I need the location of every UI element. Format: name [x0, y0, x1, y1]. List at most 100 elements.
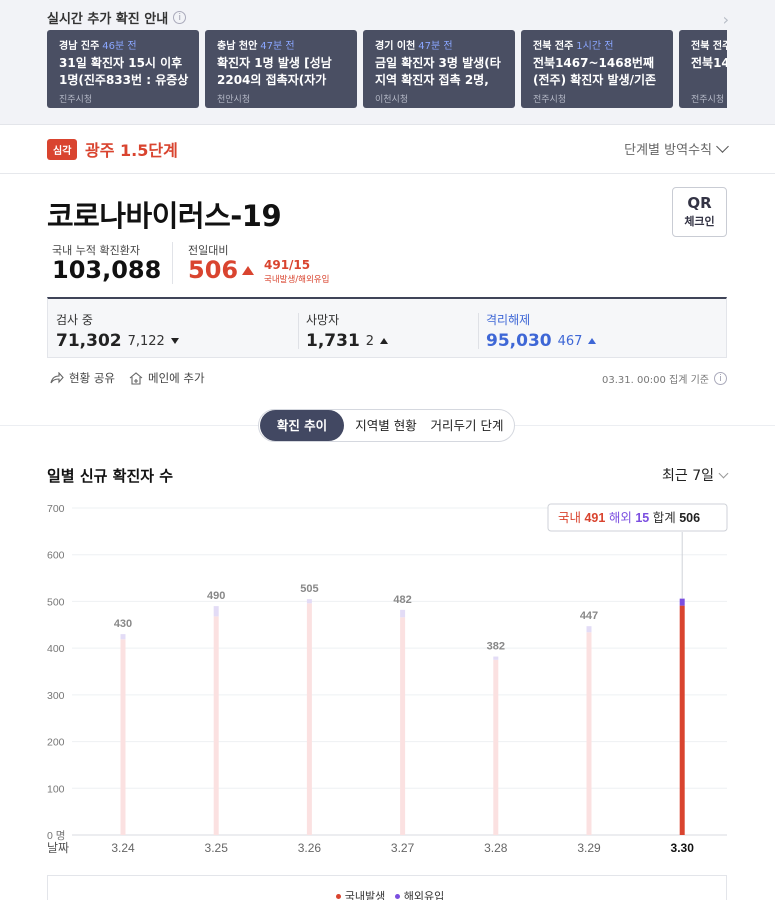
bar-total-label: 382: [487, 641, 505, 653]
bar-domestic: [306, 603, 312, 835]
legend-overseas: 해외유입: [403, 890, 445, 900]
home-add-icon: [129, 371, 143, 385]
stat-value: 95,030: [486, 331, 552, 351]
total-cases-value: 103,088: [52, 256, 162, 284]
alert-source: 전주시청: [533, 95, 567, 105]
y-tick-label: 500: [47, 596, 65, 608]
alert-cards: 경남 진주 46분 전 31일 확진자 15시 이후 1명(진주833번 : 유증…: [47, 30, 727, 108]
overseas-legend-dot: [394, 894, 400, 899]
stat-deaths: 사망자 1,731 2: [306, 311, 389, 351]
alert-card[interactable]: 경기 이천47분 전 금일 확진자 3명 발생(타지역 확진자 접촉 2명, 유…: [363, 30, 515, 108]
domestic-overseas-label: 국내발생/해외유입: [264, 275, 330, 285]
bar-domestic: [400, 617, 406, 835]
bar-overseas: [120, 634, 126, 640]
qr-label: QR: [687, 194, 712, 212]
alert-time: 1시간 전: [576, 41, 614, 52]
tab-trend[interactable]: 확진 추이: [260, 410, 344, 441]
y-tick-label: 600: [47, 550, 65, 562]
alert-card[interactable]: 전북 전주1시간 전 전북1467~1468번째(전주) 확진자 발생/기존 확…: [521, 30, 673, 108]
alert-source: 진주시청: [59, 95, 93, 105]
chevron-down-icon: [718, 468, 729, 478]
alert-region: 충남 천안: [217, 41, 258, 52]
tooltip-part: 506: [679, 511, 700, 525]
alert-text: 확진자 1명 발생 [성남 2204의 접촉자(자가격…: [217, 56, 332, 87]
alert-text: 전북14… 확진자…: [691, 56, 727, 70]
bar-domestic: [213, 616, 219, 835]
bar-overseas: [679, 598, 685, 606]
bar-overseas: [493, 656, 499, 660]
chart-title: 일별 신규 확진자 수: [47, 467, 174, 485]
alert-card-head: 전북 전주 1시간 전: [533, 37, 663, 52]
tab-region[interactable]: 지역별 현황: [349, 410, 423, 441]
alert-source: 전주시청: [691, 95, 725, 105]
stat-label: 검사 중: [56, 313, 93, 327]
domestic-overseas-split: 491/15: [264, 258, 311, 272]
bar-total-label: 482: [393, 594, 411, 606]
bar-domestic: [679, 605, 685, 835]
alerts-title: 실시간 추가 확진 안내 i: [47, 8, 187, 27]
legend-domestic: 국내발생: [344, 890, 386, 900]
share-button[interactable]: 현황 공유: [50, 370, 115, 386]
share-label: 현황 공유: [69, 371, 115, 385]
stage-guide-label: 단계별 방역수칙: [624, 143, 712, 158]
alert-card-head: 경기 이천 47분 전: [375, 37, 505, 52]
alert-time: 47분 전: [260, 41, 295, 52]
period-select[interactable]: 최근 7일: [662, 465, 729, 485]
y-tick-label: 300: [47, 690, 65, 702]
alert-card-head: 전북 전주: [691, 37, 727, 52]
share-icon: [50, 372, 64, 384]
alert-source: 이천시청: [375, 95, 409, 105]
x-tick-label: 3.30: [671, 841, 695, 855]
increase-arrow-icon: [380, 338, 389, 344]
add-to-main-label: 메인에 추가: [147, 371, 205, 385]
alert-card[interactable]: 전북 전주 전북14… 확진자… 전주시청: [679, 30, 727, 108]
tooltip-part: 491: [584, 511, 608, 525]
alert-region: 전북 전주: [533, 41, 574, 52]
tab-distancing[interactable]: 거리두기 단계: [425, 410, 509, 441]
chevron-right-icon[interactable]: ›: [723, 10, 729, 29]
bar-overseas: [306, 599, 312, 604]
bar-overseas: [400, 609, 406, 618]
data-timestamp: 03.31. 00:00 집계 기준 i: [602, 371, 727, 386]
stats-box: 검사 중 71,302 7,122 사망자 1,731 2 격리해제 95,03…: [47, 297, 727, 358]
stat-value: 1,731: [306, 331, 360, 351]
info-icon[interactable]: i: [714, 372, 727, 385]
alert-region: 경기 이천: [375, 41, 416, 52]
alert-text: 31일 확진자 15시 이후 1명(진주833번 : 유증상 …: [59, 56, 189, 87]
x-tick-label: 3.25: [205, 841, 229, 855]
decrease-arrow-icon: [170, 338, 179, 344]
tooltip-part: 국내: [558, 511, 584, 525]
info-icon[interactable]: i: [173, 11, 187, 24]
bar-domestic: [493, 659, 499, 835]
stage-level: 광주 1.5단계: [85, 141, 178, 160]
period-label: 최근 7일: [662, 468, 714, 484]
bar-overseas: [213, 606, 219, 617]
stat-label: 사망자: [306, 313, 340, 327]
x-tick-label: 3.28: [484, 841, 508, 855]
stat-change: 7,122: [127, 333, 165, 349]
stage-guide-toggle[interactable]: 단계별 방역수칙: [624, 139, 729, 158]
page-title: 코로나바이러스-19: [47, 199, 282, 233]
chart-legend: 국내발생 해외유입: [47, 875, 727, 900]
alert-card[interactable]: 경남 진주 46분 전 31일 확진자 15시 이후 1명(진주833번 : 유증…: [47, 30, 199, 108]
bar-total-label: 490: [207, 590, 225, 602]
alert-text: 금일 확진자 3명 발생(타지역 확진자 접촉 2명, 유…: [375, 56, 501, 87]
add-to-main-button[interactable]: 메인에 추가: [129, 370, 205, 386]
y-tick-label: 700: [47, 503, 65, 515]
x-tick-label: 3.26: [298, 841, 322, 855]
alert-card[interactable]: 충남 천안47분 전 확진자 1명 발생 [성남 2204의 접촉자(자가격… …: [205, 30, 357, 108]
alert-card-head: 충남 천안 47분 전: [217, 37, 347, 52]
stat-released: 격리해제 95,030 467: [486, 311, 597, 351]
qr-checkin-button[interactable]: QR 체크인: [672, 187, 727, 237]
kpi-divider: [172, 242, 173, 284]
stage-bar: 심각 광주 1.5단계 단계별 방역수칙: [0, 125, 775, 174]
y-tick-label: 100: [47, 783, 65, 795]
daily-cases-chart: 0 명100200300400500600700날짜4303.244903.25…: [47, 503, 728, 855]
alert-source: 천안시청: [217, 95, 251, 105]
stat-change: 2: [365, 333, 375, 349]
bar-domestic: [586, 632, 592, 835]
alert-region: 전북 전주: [691, 41, 727, 52]
increase-arrow-icon: [588, 338, 597, 344]
action-links: 현황 공유 메인에 추가: [50, 370, 205, 386]
chevron-down-icon: [716, 139, 729, 153]
